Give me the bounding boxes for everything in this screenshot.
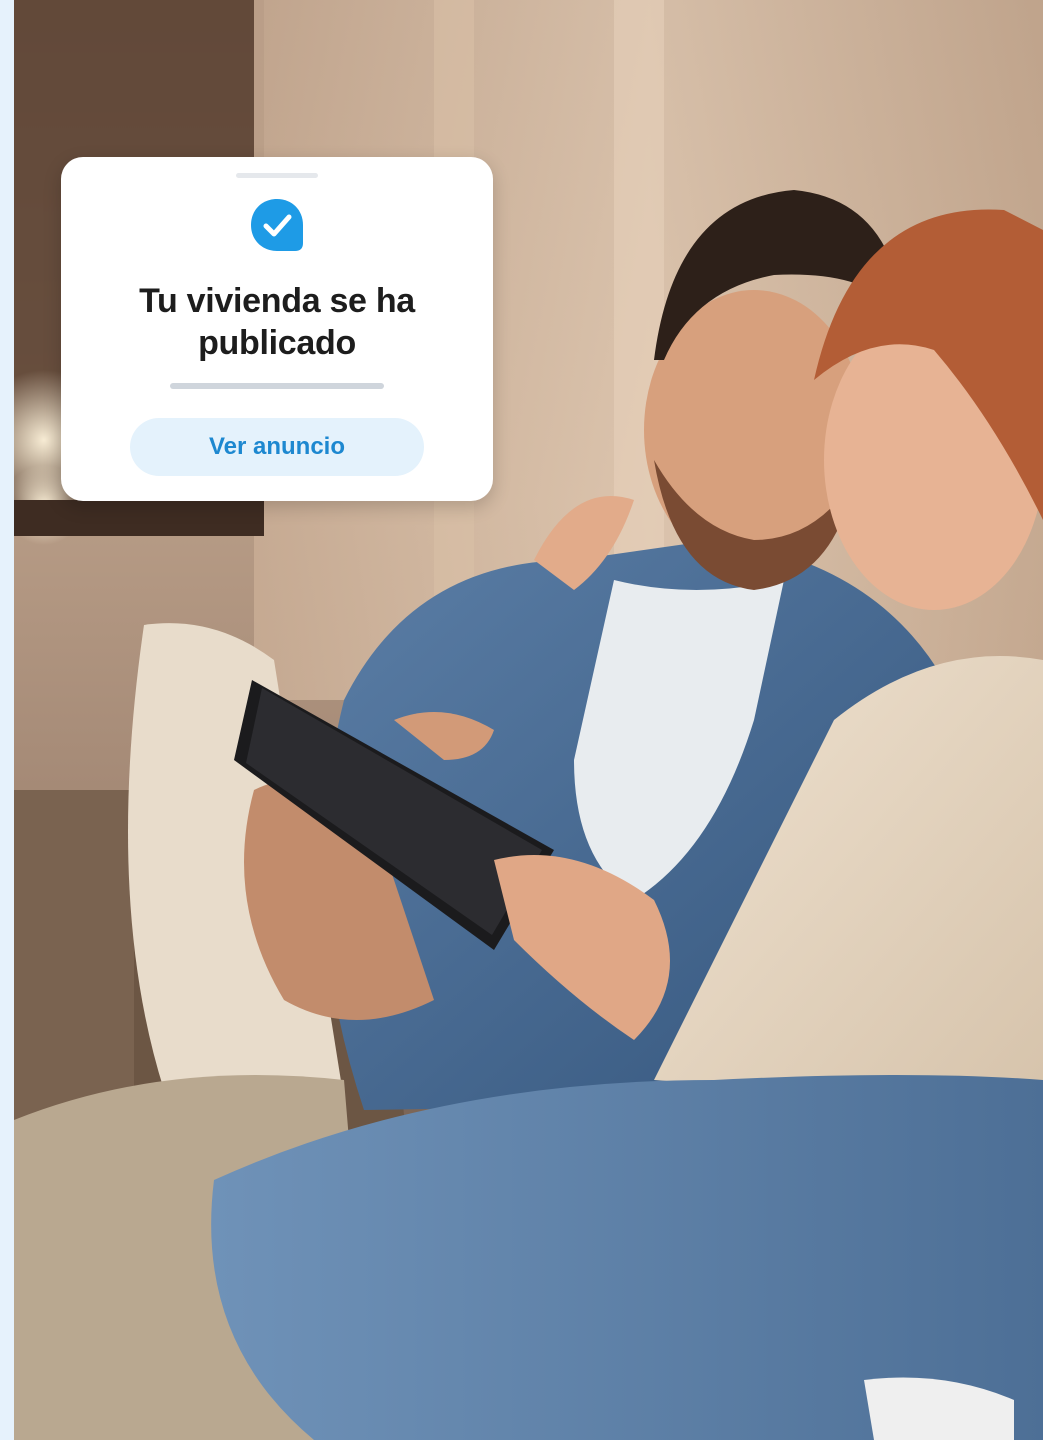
check-badge-icon: [251, 199, 303, 251]
card-divider: [170, 383, 384, 389]
ad-screen: Tu vivienda se ha publicado Ver anuncio: [0, 0, 1043, 1440]
view-listing-button[interactable]: Ver anuncio: [130, 418, 424, 476]
card-drag-handle: [236, 173, 318, 178]
notification-title: Tu vivienda se ha publicado: [139, 282, 415, 362]
left-edge-strip: [0, 0, 14, 1440]
